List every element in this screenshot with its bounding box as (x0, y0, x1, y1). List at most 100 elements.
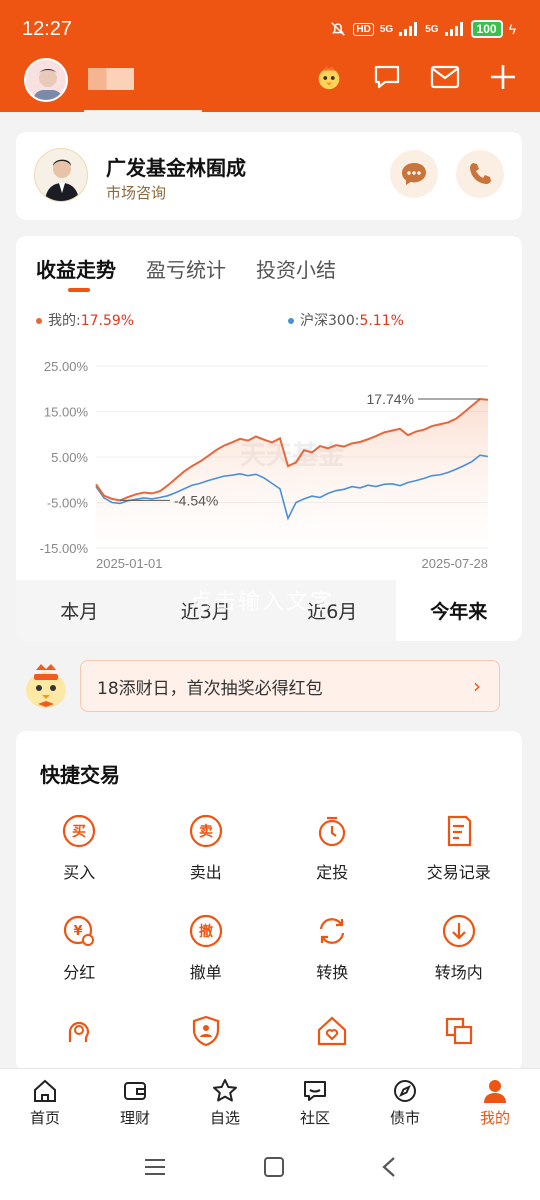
quick-convert-label: 转换 (316, 963, 349, 982)
back-icon[interactable] (381, 1156, 397, 1178)
quick-trade-title: 快捷交易 (40, 763, 120, 787)
period-6-months[interactable]: 近6月 (269, 580, 396, 641)
cancel-order-icon: 撤 (186, 911, 226, 951)
home-icon (31, 1077, 59, 1105)
period-this-month[interactable]: 本月 (16, 580, 143, 641)
username-underline (84, 110, 202, 112)
system-navigation-bar (0, 1134, 540, 1200)
earnings-chart-card: 收益走势 盈亏统计 投资小结 我的:17.59% 沪深300:5.11% 天天基… (16, 236, 522, 641)
quick-buy-label: 买入 (63, 863, 96, 882)
quick-transfer-in-label: 转场内 (434, 963, 483, 982)
chevron-right-icon: › (473, 674, 481, 698)
advisor-role: 市场咨询 (106, 184, 167, 202)
mail-icon[interactable] (430, 62, 460, 92)
nav-bond-market[interactable]: 债市 (360, 1069, 450, 1134)
nav-mine[interactable]: 我的 (450, 1069, 540, 1134)
star-icon (211, 1077, 239, 1105)
nav-bond-market-label: 债市 (389, 1109, 420, 1127)
tab-earnings-trend[interactable]: 收益走势 (36, 254, 116, 283)
mascot-icon[interactable] (314, 62, 344, 92)
advisor-message-button[interactable] (390, 150, 438, 198)
legend-mine: 我的:17.59% (36, 310, 134, 330)
home-square-icon[interactable] (263, 1156, 285, 1178)
nav-mine-label: 我的 (479, 1109, 510, 1127)
chat-icon[interactable] (372, 62, 402, 92)
period-3-months[interactable]: 近3月 (143, 580, 270, 641)
legend-index: 沪深300:5.11% (288, 310, 404, 330)
advisor-card[interactable]: 广发基金林囿成 市场咨询 (16, 132, 522, 220)
copy-icon (439, 1011, 479, 1051)
chart-y-tick-label: 25.00% (44, 359, 89, 374)
record-icon (439, 811, 479, 851)
quick-item-partial-3[interactable] (269, 1011, 396, 1071)
shield-user-icon (186, 1011, 226, 1051)
earnings-line-chart[interactable]: 天天基金25.00%15.00%5.00%-5.00%-15.00%2025-0… (16, 346, 522, 578)
quick-auto-invest[interactable]: 定投 (269, 811, 396, 882)
user-avatar[interactable] (24, 58, 68, 102)
dividend-icon: ¥ (59, 911, 99, 951)
quick-convert[interactable]: 转换 (269, 911, 396, 982)
quick-sell[interactable]: 卖 卖出 (143, 811, 270, 882)
chart-min-label: -4.54% (174, 492, 218, 508)
phone-icon (470, 163, 491, 184)
advisor-name: 广发基金林囿成 (106, 156, 246, 180)
convert-icon (312, 911, 352, 951)
advisor-photo (34, 148, 88, 202)
menu-icon[interactable] (143, 1157, 167, 1177)
header-actions (314, 62, 518, 92)
signal-bars-icon (399, 22, 418, 36)
quick-item-partial-2[interactable] (143, 1011, 270, 1071)
profile-icon (481, 1077, 509, 1105)
period-ytd[interactable]: 今年来 (395, 580, 522, 641)
svg-text:¥: ¥ (74, 924, 83, 939)
chart-y-tick-label: -15.00% (40, 541, 89, 556)
chart-y-tick-label: 5.00% (51, 450, 88, 465)
buy-icon: 买 (59, 811, 99, 851)
nav-home[interactable]: 首页 (0, 1069, 90, 1134)
quick-buy[interactable]: 买 买入 (16, 811, 143, 882)
chart-max-label: 17.74% (367, 391, 414, 407)
nav-community[interactable]: 社区 (270, 1069, 360, 1134)
svg-text:买: 买 (72, 824, 86, 840)
brain-icon (59, 1011, 99, 1051)
quick-item-partial-1[interactable] (16, 1011, 143, 1071)
nav-wealth[interactable]: 理财 (90, 1069, 180, 1134)
tab-investment-summary[interactable]: 投资小结 (256, 254, 336, 283)
nav-home-label: 首页 (29, 1109, 60, 1127)
nav-watchlist[interactable]: 自选 (180, 1069, 270, 1134)
promo-banner[interactable]: 18添财日，首次抽奖必得红包 › (80, 660, 500, 712)
svg-text:卖: 卖 (199, 823, 213, 840)
period-selector: 本月 近3月 近6月 今年来 (16, 580, 522, 641)
quick-item-partial-4[interactable] (396, 1011, 523, 1071)
sell-icon: 卖 (186, 811, 226, 851)
chart-x-tick-label: 2025-01-01 (96, 556, 163, 571)
advisor-call-button[interactable] (456, 150, 504, 198)
hd-badge: HD (353, 22, 374, 36)
quick-auto-invest-label: 定投 (316, 863, 349, 882)
svg-text:撤: 撤 (199, 923, 213, 940)
nav-wealth-label: 理财 (119, 1109, 150, 1127)
quick-trade-records[interactable]: 交易记录 (396, 811, 523, 882)
quick-trade-grid: 买 买入 卖 卖出 定投 交易记录 ¥ 分红 撤 撤单 转换 转场内 (16, 811, 522, 1071)
legend-mine-label: 我的: (48, 313, 81, 329)
legend-dot-mine (36, 318, 42, 324)
nav-community-label: 社区 (299, 1109, 330, 1127)
legend-index-label: 沪深300: (300, 313, 360, 329)
quick-sell-label: 卖出 (189, 863, 222, 882)
chart-tabs: 收益走势 盈亏统计 投资小结 (36, 254, 336, 283)
quick-trade-records-label: 交易记录 (426, 863, 491, 882)
signal-bars-icon (444, 22, 463, 36)
quick-transfer-in[interactable]: 转场内 (396, 911, 523, 982)
tab-profit-loss[interactable]: 盈亏统计 (146, 254, 226, 283)
quick-dividend[interactable]: ¥ 分红 (16, 911, 143, 982)
signal-5g-1: 5G (379, 23, 394, 35)
status-bar: 12:27 HD 5G 5G 100 ϟ (0, 0, 540, 56)
mascot-rooster-icon[interactable] (20, 660, 72, 712)
timer-icon (312, 811, 352, 851)
plus-icon[interactable] (488, 62, 518, 92)
status-time: 12:27 (22, 18, 73, 40)
quick-cancel-order[interactable]: 撤 撤单 (143, 911, 270, 982)
nav-watchlist-label: 自选 (209, 1109, 240, 1127)
community-icon (301, 1077, 329, 1105)
quick-cancel-order-label: 撤单 (189, 963, 222, 982)
